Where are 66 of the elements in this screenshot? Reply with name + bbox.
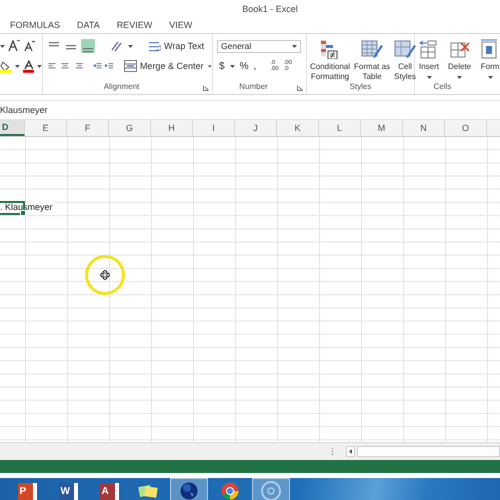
style-button[interactable]: Cell Styles [393, 39, 418, 82]
column-header[interactable]: L [319, 120, 361, 136]
percent-button[interactable]: % [240, 60, 248, 72]
splitter-icon[interactable] [331, 447, 334, 456]
dropdown-caret-icon [292, 44, 297, 48]
column-header[interactable]: O [445, 120, 487, 136]
ribbon-tab[interactable]: REVIEW [116, 20, 162, 30]
column-header[interactable]: E [25, 120, 67, 136]
taskbar-app[interactable] [170, 478, 208, 500]
wrap-text-icon [149, 40, 161, 52]
taskbar-app[interactable]: A [88, 478, 126, 500]
dropdown-caret-icon[interactable] [14, 64, 20, 68]
dropdown-caret-icon[interactable] [208, 64, 212, 68]
column-header[interactable]: J [235, 120, 277, 136]
dropdown-caret-icon [488, 76, 493, 79]
ribbon-tab[interactable]: FORMULAS [10, 20, 70, 30]
cells-button[interactable]: Insert [417, 39, 441, 79]
cells-button[interactable]: Delete [447, 39, 472, 79]
window-title: Book1 - Excel [242, 4, 298, 14]
sticky-notes-icon [138, 483, 158, 499]
currency-button[interactable]: $ [219, 60, 225, 72]
column-header[interactable]: N [403, 120, 445, 136]
group-label: Alignment [102, 82, 140, 93]
horizontal-scrollbar[interactable] [356, 446, 500, 457]
column-header[interactable]: F [67, 120, 109, 136]
dropdown-caret-icon [426, 76, 432, 79]
column-header[interactable]: D [0, 120, 25, 136]
group-label: Cells [432, 82, 452, 93]
wrap-text-button[interactable]: Wrap Text [147, 39, 206, 53]
comma-button[interactable]: , [253, 60, 256, 72]
globe-icon [180, 482, 198, 500]
scroll-left-icon[interactable] [346, 446, 355, 457]
column-header[interactable]: H [151, 120, 193, 136]
ribbon-tab[interactable]: DATA [77, 20, 109, 30]
column-header[interactable]: M [361, 120, 403, 136]
bottom-align-icon[interactable] [81, 39, 95, 53]
taskbar-app[interactable]: W [47, 478, 85, 500]
dropdown-caret-icon[interactable] [230, 64, 235, 68]
style-button[interactable]: Conditional Formatting [309, 39, 352, 82]
cells-button[interactable]: Form [478, 39, 500, 79]
chrome-icon [221, 482, 239, 500]
merge-center-button[interactable]: Merge & Center [122, 59, 206, 73]
dialog-launcher-icon[interactable] [297, 85, 303, 91]
grow-font-icon[interactable] [8, 40, 20, 52]
column-header[interactable]: G [109, 120, 151, 136]
shrink-font-icon[interactable] [23, 40, 35, 52]
style-button[interactable]: Format as Table [353, 39, 392, 82]
dropdown-caret-icon[interactable] [0, 44, 5, 48]
font-color-icon[interactable] [22, 60, 34, 72]
dropdown-caret-icon[interactable] [37, 64, 42, 68]
dropdown-caret-icon[interactable] [128, 44, 133, 48]
dropdown-caret-icon [457, 76, 462, 79]
dialog-launcher-icon[interactable] [203, 85, 209, 91]
number-format-dropdown[interactable]: General [217, 40, 301, 52]
fill-color-icon[interactable] [0, 60, 12, 72]
taskbar-app[interactable]: P [6, 478, 44, 500]
ribbon-tab[interactable]: VIEW [169, 20, 202, 30]
merge-cells-icon [124, 60, 137, 72]
format-as-table-icon [361, 39, 384, 59]
column-header[interactable]: I [193, 120, 235, 136]
group-label: Styles [348, 82, 372, 93]
cell-styles-icon [394, 39, 416, 59]
column-header[interactable]: K [277, 120, 319, 136]
move-cursor-icon [100, 270, 110, 280]
group-label: Number [238, 82, 269, 93]
formula-bar-value[interactable]: Klausmeyer [0, 105, 48, 115]
